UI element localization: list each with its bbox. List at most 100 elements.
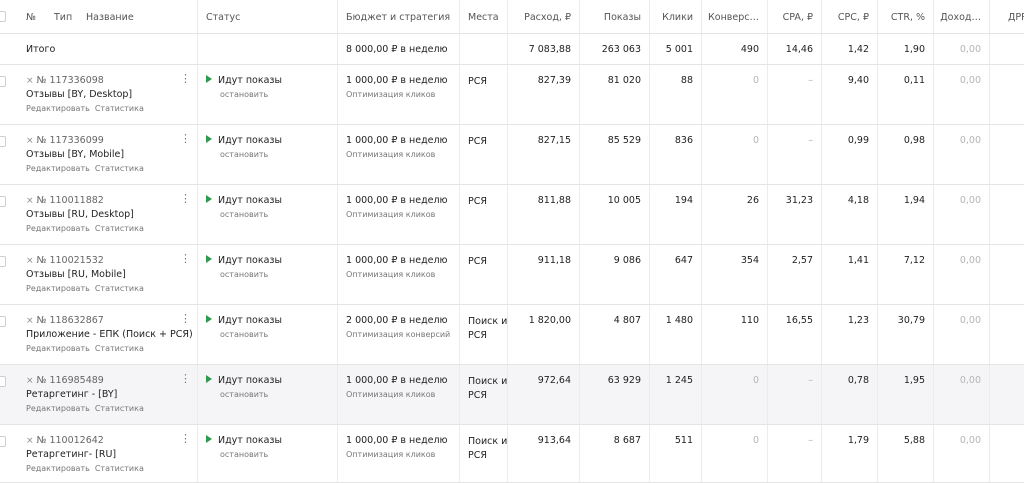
status-text: Идут показы <box>218 315 282 326</box>
total-label: Итого <box>26 44 56 55</box>
placements: Поиск и РСЯ <box>468 376 508 401</box>
edit-link[interactable]: Редактировать <box>26 224 90 233</box>
header-conversions[interactable]: Конверс… <box>708 12 759 23</box>
campaign-name[interactable]: Отзывы [RU, Desktop] <box>26 209 134 220</box>
header-ctr[interactable]: CTR, % <box>891 12 925 23</box>
campaign-name[interactable]: Отзывы [RU, Mobile] <box>26 269 126 280</box>
more-menu-icon[interactable]: ⋮ <box>180 373 191 384</box>
edit-link[interactable]: Редактировать <box>26 104 90 113</box>
stop-link[interactable]: остановить <box>220 90 268 99</box>
metric-ctr: 0,11 <box>903 75 925 86</box>
stats-link[interactable]: Статистика <box>95 104 144 113</box>
row-checkbox[interactable] <box>0 256 6 267</box>
header-budget[interactable]: Бюджет и стратегия <box>346 12 450 23</box>
campaign-name[interactable]: Приложение - ЕПК (Поиск + РСЯ) <box>26 329 193 340</box>
header-status[interactable]: Статус <box>206 12 240 23</box>
header-places[interactable]: Места <box>468 12 499 23</box>
campaign-id-text: № 110011882 <box>36 195 104 206</box>
campaign-type-icon: ⨯ <box>26 376 34 386</box>
campaign-status: Идут показы <box>206 315 282 326</box>
row-checkbox[interactable] <box>0 196 6 207</box>
header-clicks[interactable]: Клики <box>662 12 693 23</box>
play-icon <box>206 255 212 263</box>
table-row: ⨯ № 110011882 Отзывы [RU, Desktop] Редактир… <box>0 185 1024 245</box>
header-name[interactable]: Название <box>86 12 134 23</box>
header-spend[interactable]: Расход, ₽ <box>524 12 571 23</box>
row-checkbox[interactable] <box>0 376 6 387</box>
stats-link[interactable]: Статистика <box>95 344 144 353</box>
edit-link[interactable]: Редактировать <box>26 404 90 413</box>
more-menu-icon[interactable]: ⋮ <box>180 133 191 144</box>
total-budget: 8 000,00 ₽ в неделю <box>346 44 448 55</box>
row-checkbox[interactable] <box>0 316 6 327</box>
budget-value[interactable]: 1 000,00 ₽ в неделю <box>346 255 448 266</box>
more-menu-icon[interactable]: ⋮ <box>180 433 191 444</box>
budget-value[interactable]: 1 000,00 ₽ в неделю <box>346 195 448 206</box>
campaign-id: ⨯ № 118632867 <box>26 315 104 326</box>
metric-income: 0,00 <box>959 135 981 146</box>
stats-link[interactable]: Статистика <box>95 284 144 293</box>
header-income[interactable]: Доход… <box>940 12 981 23</box>
header-cpc[interactable]: CPC, ₽ <box>838 12 869 23</box>
stop-link[interactable]: остановить <box>220 390 268 399</box>
more-menu-icon[interactable]: ⋮ <box>180 193 191 204</box>
metric-impressions: 9 086 <box>613 255 641 266</box>
edit-link[interactable]: Редактировать <box>26 464 90 473</box>
campaign-name[interactable]: Ретаргетинг- [RU] <box>26 449 116 460</box>
stop-link[interactable]: остановить <box>220 330 268 339</box>
campaign-name[interactable]: Отзывы [BY, Desktop] <box>26 89 132 100</box>
campaign-status: Идут показы <box>206 255 282 266</box>
header-type[interactable]: Тип <box>54 12 72 23</box>
campaign-links: Редактировать Статистика <box>26 284 149 293</box>
budget-value[interactable]: 1 000,00 ₽ в неделю <box>346 375 448 386</box>
stop-link[interactable]: остановить <box>220 210 268 219</box>
stats-link[interactable]: Статистика <box>95 464 144 473</box>
header-budget-cell: Бюджет и стратегия <box>338 0 460 33</box>
metric-conversions: 0 <box>752 135 759 146</box>
placements: РСЯ <box>468 256 487 267</box>
campaign-status: Идут показы <box>206 135 282 146</box>
header-clicks-cell: Клики <box>650 0 702 33</box>
stop-link[interactable]: остановить <box>220 150 268 159</box>
stop-link[interactable]: остановить <box>220 270 268 279</box>
row-checkbox[interactable] <box>0 436 6 447</box>
header-spend-cell: Расход, ₽ <box>508 0 580 33</box>
more-menu-icon[interactable]: ⋮ <box>180 253 191 264</box>
metric-income: 0,00 <box>959 195 981 206</box>
budget-value[interactable]: 2 000,00 ₽ в неделю <box>346 315 448 326</box>
header-impressions-cell: Показы <box>580 0 650 33</box>
metric-cpa: 16,55 <box>785 315 813 326</box>
row-checkbox[interactable] <box>0 76 6 87</box>
header-places-cell: Места <box>460 0 508 33</box>
metric-conversions: 0 <box>752 75 759 86</box>
edit-link[interactable]: Редактировать <box>26 164 90 173</box>
header-impressions[interactable]: Показы <box>604 12 641 23</box>
campaign-name[interactable]: Ретаргетинг - [BY] <box>26 389 117 400</box>
more-menu-icon[interactable]: ⋮ <box>180 73 191 84</box>
row-checkbox[interactable] <box>0 136 6 147</box>
metric-conversions: 0 <box>752 375 759 386</box>
more-menu-icon[interactable]: ⋮ <box>180 313 191 324</box>
stats-link[interactable]: Статистика <box>95 404 144 413</box>
campaign-id: ⨯ № 116985489 <box>26 375 104 386</box>
stop-link[interactable]: остановить <box>220 450 268 459</box>
play-icon <box>206 375 212 383</box>
budget-value[interactable]: 1 000,00 ₽ в неделю <box>346 75 448 86</box>
header-drr[interactable]: ДРР <box>1008 12 1024 23</box>
select-all-checkbox[interactable] <box>0 11 6 22</box>
stats-link[interactable]: Статистика <box>95 164 144 173</box>
total-cpa: 14,46 <box>785 44 813 55</box>
header-status-cell: Статус <box>198 0 338 33</box>
campaign-name[interactable]: Отзывы [BY, Mobile] <box>26 149 124 160</box>
budget-value[interactable]: 1 000,00 ₽ в неделю <box>346 135 448 146</box>
header-num[interactable]: № <box>26 12 36 23</box>
campaign-id-text: № 110012642 <box>36 435 104 446</box>
placements: РСЯ <box>468 76 487 87</box>
edit-link[interactable]: Редактировать <box>26 344 90 353</box>
budget-value[interactable]: 1 000,00 ₽ в неделю <box>346 435 448 446</box>
status-text: Идут показы <box>218 195 282 206</box>
stats-link[interactable]: Статистика <box>95 224 144 233</box>
edit-link[interactable]: Редактировать <box>26 284 90 293</box>
header-cpa[interactable]: CPA, ₽ <box>783 12 813 23</box>
campaign-links: Редактировать Статистика <box>26 164 149 173</box>
